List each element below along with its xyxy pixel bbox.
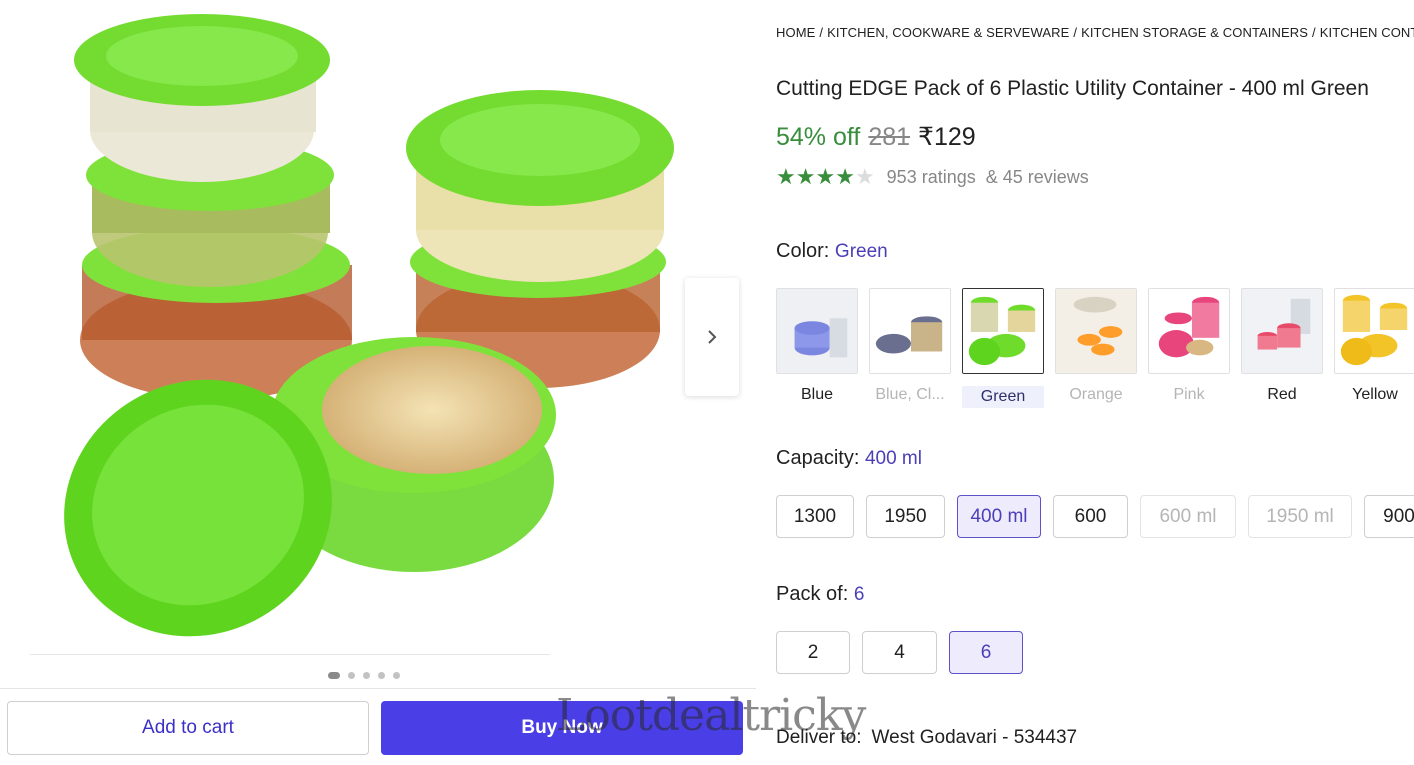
capacity-option[interactable]: 400 ml — [957, 495, 1041, 538]
capacity-option[interactable]: 600 ml — [1140, 495, 1236, 538]
color-option-orange[interactable]: Orange — [1055, 288, 1137, 408]
reviews-count: & 45 reviews — [985, 166, 1089, 187]
carousel-dot[interactable] — [348, 672, 355, 679]
action-bar: Add to cart Buy Now — [0, 688, 756, 765]
price-row: 54% off 281 ₹129 — [776, 122, 976, 152]
swatch-image — [776, 288, 858, 374]
color-option-pink[interactable]: Pink — [1148, 288, 1230, 408]
swatch-label: Blue, Cl... — [875, 386, 945, 403]
ratings-count: 953 ratings — [886, 166, 976, 187]
deliver-location: West Godavari - 534437 — [871, 727, 1078, 748]
image-divider — [30, 654, 550, 655]
swatch-image — [869, 288, 951, 374]
capacity-option[interactable]: 1950 — [866, 495, 945, 538]
color-option-red[interactable]: Red — [1241, 288, 1323, 408]
pack-label-row: Pack of: 6 — [776, 583, 864, 606]
pack-options: 2 4 6 — [776, 631, 1023, 674]
capacity-option[interactable]: 1950 ml — [1248, 495, 1352, 538]
color-selected-value: Green — [834, 241, 888, 262]
swatch-image — [962, 288, 1044, 374]
pack-option[interactable]: 2 — [776, 631, 850, 674]
swatch-label: Orange — [1069, 386, 1123, 403]
capacity-option[interactable]: 900 — [1364, 495, 1414, 538]
capacity-label: Capacity: — [776, 447, 860, 469]
buy-now-button[interactable]: Buy Now — [381, 701, 743, 755]
pack-option[interactable]: 6 — [949, 631, 1023, 674]
rating-stars: ★ ★ ★ ★ ★ — [776, 166, 875, 188]
color-option-blue[interactable]: Blue — [776, 288, 858, 408]
carousel-dots — [328, 672, 400, 679]
breadcrumb-item[interactable]: KITCHEN CONTAINERS — [1320, 25, 1414, 40]
star-icon: ★ — [835, 164, 855, 189]
capacity-option[interactable]: 1300 — [776, 495, 854, 538]
add-to-cart-button[interactable]: Add to cart — [7, 701, 369, 755]
selling-price: ₹129 — [918, 123, 976, 151]
chevron-right-icon — [708, 330, 717, 344]
carousel-dot[interactable] — [378, 672, 385, 679]
breadcrumb-item[interactable]: KITCHEN STORAGE & CONTAINERS — [1081, 25, 1308, 40]
mrp-price: 281 — [868, 123, 911, 151]
swatch-label: Yellow — [1352, 386, 1398, 403]
swatch-image — [1241, 288, 1323, 374]
pack-label: Pack of: — [776, 583, 849, 605]
product-details: HOME / KITCHEN, COOKWARE & SERVEWARE / KITCH… — [776, 0, 1414, 765]
breadcrumb-item[interactable]: KITCHEN, COOKWARE & SERVEWARE — [827, 25, 1069, 40]
swatch-image — [1148, 288, 1230, 374]
color-swatches: Blue Blue, Cl... Green Orange Pink Red Y… — [776, 288, 1414, 408]
product-image[interactable] — [20, 0, 700, 655]
carousel-dot[interactable] — [363, 672, 370, 679]
rating-row[interactable]: ★ ★ ★ ★ ★ 953 ratings & 45 reviews — [776, 166, 1089, 188]
pack-option[interactable]: 4 — [862, 631, 937, 674]
carousel-dot[interactable] — [393, 672, 400, 679]
star-icon: ★ — [795, 164, 816, 189]
color-label-row: Color: Green — [776, 240, 888, 263]
color-option-yellow[interactable]: Yellow — [1334, 288, 1414, 408]
next-image-button[interactable] — [685, 278, 739, 396]
capacity-options: 1300 1950 400 ml 600 600 ml 1950 ml 900 — [776, 495, 1414, 538]
color-option-green[interactable]: Green — [962, 288, 1044, 408]
discount-percent: 54% off — [776, 123, 861, 151]
breadcrumb-item[interactable]: HOME — [776, 25, 815, 40]
color-option-blue-clear[interactable]: Blue, Cl... — [869, 288, 951, 408]
swatch-label: Blue — [800, 386, 834, 403]
star-icon: ★ — [815, 164, 836, 189]
swatch-image — [1334, 288, 1414, 374]
deliver-to[interactable]: Deliver to: West Godavari - 534437 — [776, 727, 1077, 749]
star-icon: ★ — [854, 164, 875, 189]
swatch-label: Red — [1267, 386, 1297, 403]
breadcrumb: HOME / KITCHEN, COOKWARE & SERVEWARE / KITCH… — [776, 25, 1414, 40]
capacity-label-row: Capacity: 400 ml — [776, 447, 922, 470]
star-icon: ★ — [776, 164, 796, 189]
swatch-label: Pink — [1173, 386, 1205, 403]
deliver-label: Deliver to: — [776, 727, 862, 748]
capacity-selected-value: 400 ml — [864, 448, 922, 469]
color-label: Color: — [776, 240, 830, 262]
carousel-dot[interactable] — [328, 672, 340, 679]
capacity-option[interactable]: 600 — [1053, 495, 1128, 538]
pack-selected-value: 6 — [853, 584, 865, 605]
product-title: Cutting EDGE Pack of 6 Plastic Utility C… — [776, 77, 1369, 100]
swatch-label: Green — [962, 386, 1044, 408]
swatch-image — [1055, 288, 1137, 374]
product-gallery — [0, 0, 756, 690]
